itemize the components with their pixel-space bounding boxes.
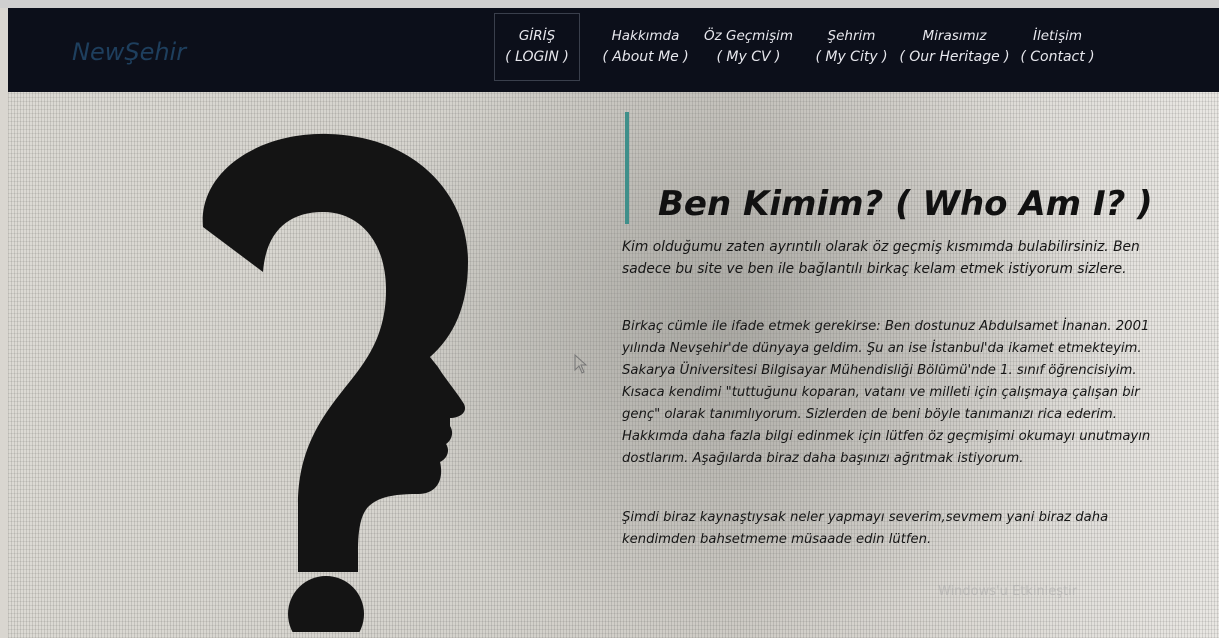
nav-item-label: GİRİŞ — [518, 28, 556, 44]
nav-item-label: İletişim — [1032, 28, 1083, 44]
page-title: Ben Kimim? ( Who Am I? ) — [658, 184, 1153, 224]
nav-item-login[interactable]: GİRİŞ ( LOGIN ) — [494, 13, 580, 81]
nav-item-label: Şehrim — [827, 28, 876, 44]
nav-item-sublabel: ( About Me ) — [602, 49, 689, 65]
navbar: NewŞehir GİRİŞ ( LOGIN ) Hakkımda ( Abou… — [8, 8, 1219, 92]
nav-item-label: Hakkımda — [611, 28, 680, 44]
nav-item-label: Öz Geçmişim — [703, 28, 794, 44]
main-content: Ben Kimim? ( Who Am I? ) Kim olduğumu za… — [8, 92, 1219, 638]
nav-item-city[interactable]: Şehrim ( My City ) — [800, 13, 903, 81]
nav-item-heritage[interactable]: Mirasımız ( Our Heritage ) — [899, 13, 1009, 81]
closing-paragraph: Şimdi biraz kaynaştıysak neler yapmayı s… — [622, 510, 1109, 547]
intro-paragraph: Kim olduğumu zaten ayrıntılı olarak öz g… — [622, 239, 1140, 277]
nav-item-about[interactable]: Hakkımda ( About Me ) — [594, 13, 697, 81]
top-strip — [0, 0, 1219, 8]
question-dot — [288, 576, 364, 632]
bio-paragraph: Birkaç cümle ile ifade etmek gerekirse: … — [622, 319, 1151, 466]
nav-item-sublabel: ( LOGIN ) — [505, 49, 569, 65]
nav-item-sublabel: ( My CV ) — [716, 49, 781, 65]
brand-logo[interactable]: NewŞehir — [72, 38, 186, 66]
windows-activation-watermark: Windows'u Etkinleştir — [938, 584, 1078, 599]
question-mark-head-image — [202, 133, 469, 632]
nav-item-sublabel: ( Contact ) — [1020, 49, 1095, 65]
nav-item-sublabel: ( Our Heritage ) — [899, 49, 1010, 65]
mouse-cursor-icon — [574, 354, 588, 374]
accent-bar — [625, 112, 629, 224]
nav-menu: GİRİŞ ( LOGIN ) Hakkımda ( About Me ) Öz… — [494, 13, 1109, 81]
nav-item-cv[interactable]: Öz Geçmişim ( My CV ) — [697, 13, 800, 81]
nav-item-label: Mirasımız — [922, 28, 987, 44]
nav-item-contact[interactable]: İletişim ( Contact ) — [1006, 13, 1109, 81]
nav-item-sublabel: ( My City ) — [815, 49, 888, 65]
